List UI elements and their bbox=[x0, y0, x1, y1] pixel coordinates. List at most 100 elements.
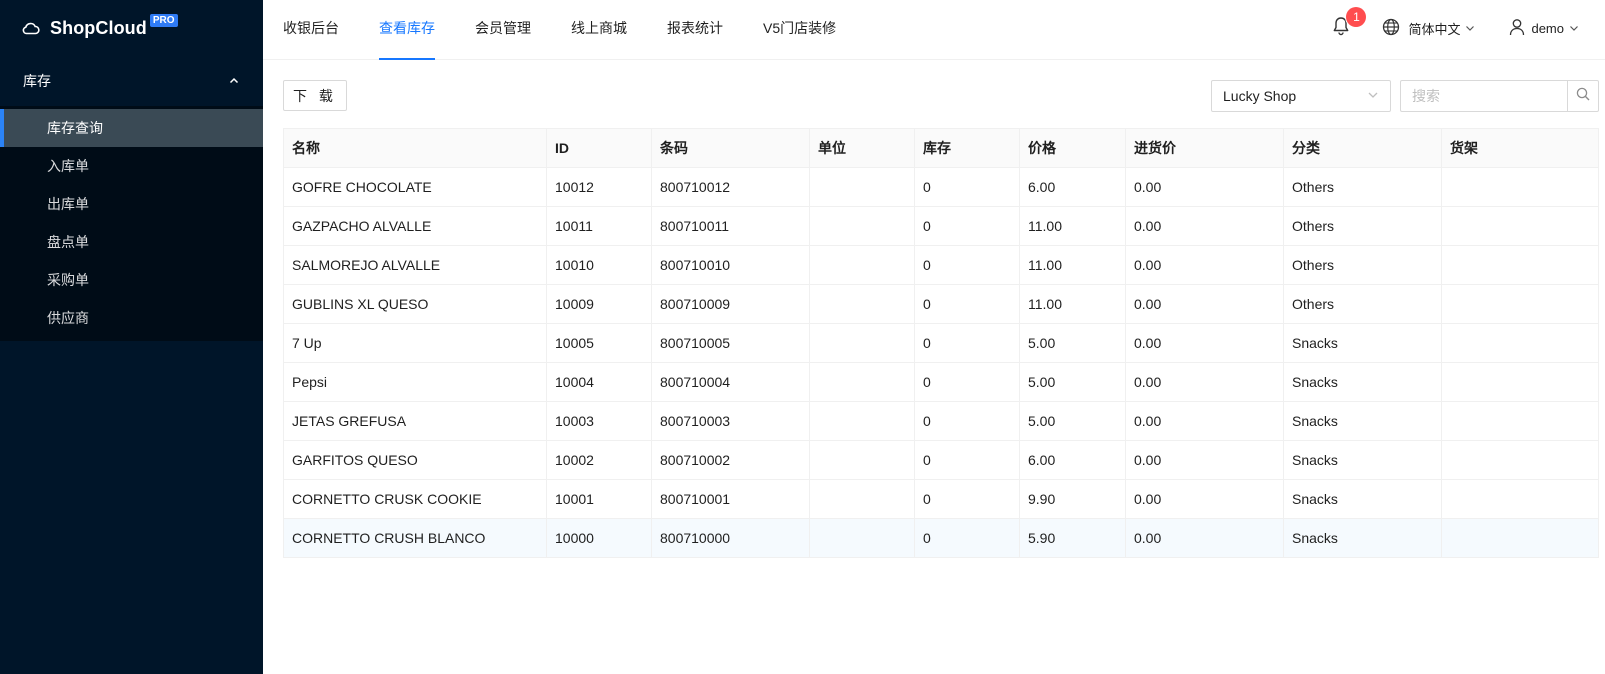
table-cell: Snacks bbox=[1283, 518, 1442, 558]
search-input[interactable] bbox=[1400, 80, 1567, 112]
sidebar-item[interactable]: 采购单 bbox=[0, 261, 263, 299]
table-row[interactable]: CORNETTO CRUSH BLANCO 10000 800710000 0 5.90… bbox=[283, 518, 1599, 558]
menu-group-label: 库存 bbox=[23, 73, 51, 89]
sidebar-item[interactable]: 出库单 bbox=[0, 185, 263, 223]
table-cell: 0 bbox=[914, 284, 1020, 324]
table-cell bbox=[1441, 401, 1599, 441]
sidebar-item[interactable]: 库存查询 bbox=[0, 109, 263, 147]
table-cell: 5.00 bbox=[1019, 323, 1126, 363]
table-cell bbox=[1441, 518, 1599, 558]
column-header[interactable]: 名称 bbox=[283, 128, 547, 168]
table-cell: 0 bbox=[914, 362, 1020, 402]
nav-tab[interactable]: 线上商城 bbox=[571, 0, 627, 60]
table-cell bbox=[809, 479, 915, 519]
table-cell: 0 bbox=[914, 479, 1020, 519]
table-cell: Snacks bbox=[1283, 440, 1442, 480]
user-menu[interactable]: demo bbox=[1509, 18, 1579, 39]
column-header[interactable]: 条码 bbox=[651, 128, 810, 168]
table-cell: Others bbox=[1283, 284, 1442, 324]
notification-button[interactable]: 1 bbox=[1328, 7, 1367, 41]
main-content: 下 载 Lucky Shop 名称ID条码单位库存价格进货价分类货架 GOFRE… bbox=[263, 60, 1605, 674]
table-cell: 0.00 bbox=[1125, 284, 1284, 324]
table-row[interactable]: GOFRE CHOCOLATE 10012 800710012 0 6.00 0.00 Ot… bbox=[283, 167, 1599, 207]
table-row[interactable]: Pepsi 10004 800710004 0 5.00 0.00 Snacks bbox=[283, 362, 1599, 402]
table-cell: 5.90 bbox=[1019, 518, 1126, 558]
table-cell: 0.00 bbox=[1125, 167, 1284, 207]
language-label: 简体中文 bbox=[1408, 21, 1461, 37]
table-cell: 10002 bbox=[546, 440, 652, 480]
table-cell: 0 bbox=[914, 206, 1020, 246]
table-cell: GOFRE CHOCOLATE bbox=[283, 167, 547, 207]
table-cell: Snacks bbox=[1283, 479, 1442, 519]
chevron-down-icon bbox=[1569, 21, 1579, 36]
column-header[interactable]: 价格 bbox=[1019, 128, 1126, 168]
table-row[interactable]: GUBLINS XL QUESO 10009 800710009 0 11.00 0.00… bbox=[283, 284, 1599, 324]
pro-badge: PRO bbox=[149, 13, 178, 27]
nav-tab[interactable]: V5门店装修 bbox=[763, 0, 836, 60]
nav-tab[interactable]: 收银后台 bbox=[283, 0, 339, 60]
shop-select-value: Lucky Shop bbox=[1223, 88, 1297, 104]
table-cell: 11.00 bbox=[1019, 245, 1126, 285]
table-row[interactable]: 7 Up 10005 800710005 0 5.00 0.00 Snacks bbox=[283, 323, 1599, 363]
table-cell: 10012 bbox=[546, 167, 652, 207]
download-button[interactable]: 下 载 bbox=[283, 80, 347, 111]
table-row[interactable]: JETAS GREFUSA 10003 800710003 0 5.00 0.00 Snac… bbox=[283, 401, 1599, 441]
table-cell: Snacks bbox=[1283, 401, 1442, 441]
table-cell bbox=[1441, 167, 1599, 207]
table-cell bbox=[1441, 284, 1599, 324]
top-nav-tabs: 收银后台 查看库存 会员管理 线上商城 报表统计 V5门店装修 bbox=[283, 0, 876, 60]
search-group bbox=[1400, 80, 1599, 112]
user-icon bbox=[1509, 18, 1525, 39]
chevron-down-icon bbox=[1367, 88, 1379, 104]
table-cell bbox=[1441, 323, 1599, 363]
cloud-icon bbox=[22, 21, 40, 35]
table-cell: 800710012 bbox=[651, 167, 810, 207]
column-header[interactable]: 进货价 bbox=[1125, 128, 1284, 168]
table-cell bbox=[809, 401, 915, 441]
table-row[interactable]: SALMOREJO ALVALLE 10010 800710010 0 11.00 0.0… bbox=[283, 245, 1599, 285]
shop-select[interactable]: Lucky Shop bbox=[1211, 80, 1391, 112]
table-cell: 0.00 bbox=[1125, 245, 1284, 285]
column-header[interactable]: 库存 bbox=[914, 128, 1020, 168]
table-cell bbox=[809, 167, 915, 207]
table-cell: 10005 bbox=[546, 323, 652, 363]
table-row[interactable]: GARFITOS QUESO 10002 800710002 0 6.00 0.00 Sna… bbox=[283, 440, 1599, 480]
table-cell: 10000 bbox=[546, 518, 652, 558]
sidebar-item[interactable]: 供应商 bbox=[0, 299, 263, 337]
table-cell: 11.00 bbox=[1019, 284, 1126, 324]
table-cell: 7 Up bbox=[283, 323, 547, 363]
search-button[interactable] bbox=[1567, 80, 1599, 112]
table-row[interactable]: CORNETTO CRUSK COOKIE 10001 800710001 0 9.90… bbox=[283, 479, 1599, 519]
table-cell bbox=[1441, 245, 1599, 285]
table-cell: Pepsi bbox=[283, 362, 547, 402]
table-header-row: 名称 ID 条码 单位 库存 价格 进货价 分类 货架 bbox=[283, 128, 1599, 168]
table-row[interactable]: GAZPACHO ALVALLE 10011 800710011 0 11.00 0.00… bbox=[283, 206, 1599, 246]
table-cell: 5.00 bbox=[1019, 362, 1126, 402]
table-cell: 800710001 bbox=[651, 479, 810, 519]
table-cell: Others bbox=[1283, 167, 1442, 207]
table-cell: CORNETTO CRUSH BLANCO bbox=[283, 518, 547, 558]
table-cell: JETAS GREFUSA bbox=[283, 401, 547, 441]
table-cell: 800710002 bbox=[651, 440, 810, 480]
column-header[interactable]: 分类 bbox=[1283, 128, 1442, 168]
header-tools: 1 简体中文 demo bbox=[1328, 0, 1605, 56]
nav-tab[interactable]: 会员管理 bbox=[475, 0, 531, 60]
column-header[interactable]: ID bbox=[546, 128, 652, 168]
table-cell: CORNETTO CRUSK COOKIE bbox=[283, 479, 547, 519]
table-cell: 0 bbox=[914, 401, 1020, 441]
table-cell: Snacks bbox=[1283, 362, 1442, 402]
language-selector[interactable]: 简体中文 bbox=[1382, 18, 1475, 39]
table-cell: GARFITOS QUESO bbox=[283, 440, 547, 480]
nav-tab[interactable]: 报表统计 bbox=[667, 0, 723, 60]
table-cell: 0.00 bbox=[1125, 401, 1284, 441]
column-header[interactable]: 货架 bbox=[1441, 128, 1599, 168]
table-cell: 6.00 bbox=[1019, 167, 1126, 207]
sidebar: ShopCloud PRO 库存 库存查询 入库单 出库单 盘点单 采购单 供应商 bbox=[0, 0, 263, 674]
column-header[interactable]: 单位 bbox=[809, 128, 915, 168]
sidebar-item[interactable]: 入库单 bbox=[0, 147, 263, 185]
nav-tab[interactable]: 查看库存 bbox=[379, 0, 435, 60]
menu-group-inventory[interactable]: 库存 bbox=[0, 56, 263, 106]
table-cell: 0 bbox=[914, 323, 1020, 363]
logo[interactable]: ShopCloud PRO bbox=[0, 0, 263, 56]
sidebar-item[interactable]: 盘点单 bbox=[0, 223, 263, 261]
